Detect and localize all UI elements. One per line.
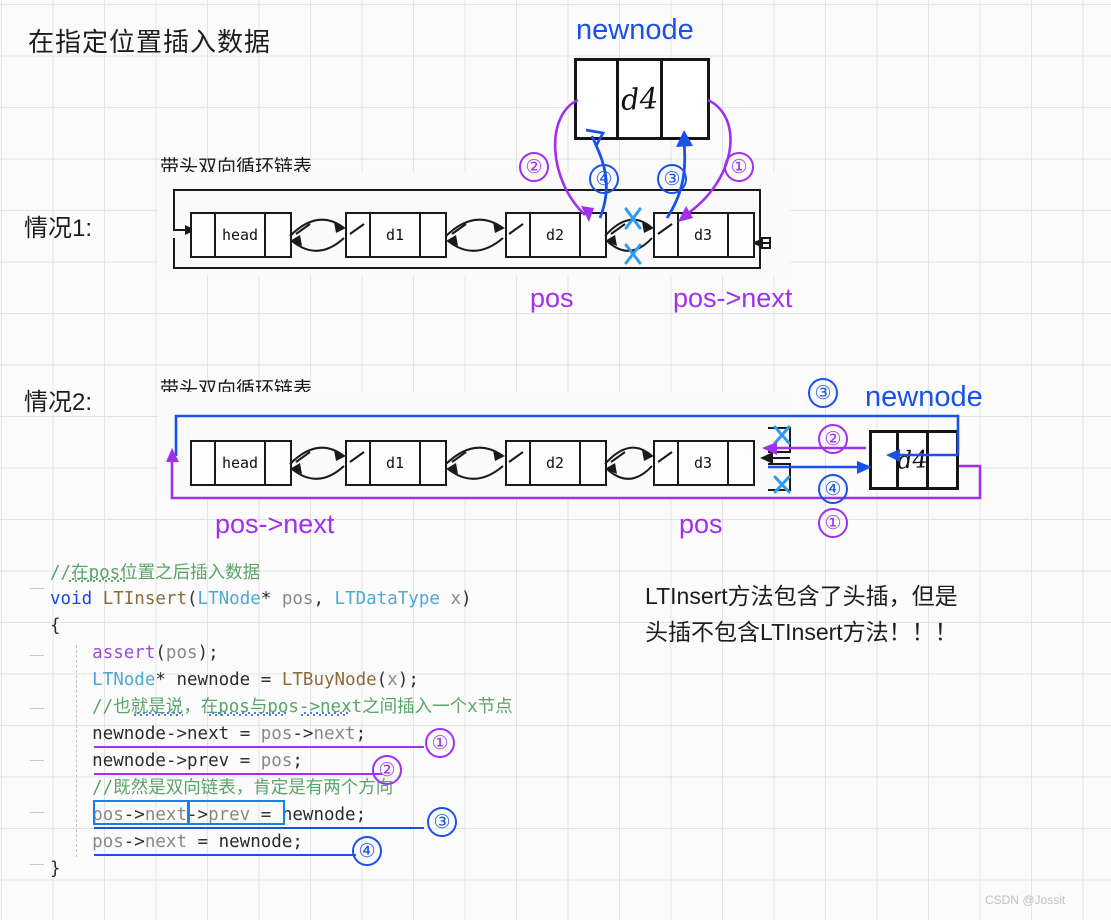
comment-squiggle xyxy=(133,712,183,716)
code-line-4[interactable]: pos->next = newnode; xyxy=(50,829,303,856)
code-highlight-box-left xyxy=(93,800,189,825)
code-underline-2 xyxy=(94,773,382,775)
note-line-1: LTInsert方法包含了头插，但是 xyxy=(645,583,958,609)
code-marker-3: ③ xyxy=(427,807,457,837)
code-gutter-tick xyxy=(30,708,44,709)
case2-marker-4: ④ xyxy=(818,474,848,504)
code-line-2[interactable]: newnode->prev = pos; xyxy=(50,748,303,775)
code-marker-1: ① xyxy=(425,728,455,758)
comment-squiggle xyxy=(68,578,126,582)
code-line-close-brace[interactable]: } xyxy=(50,856,61,883)
comment-squiggle xyxy=(208,712,286,716)
code-line-open-brace[interactable]: { xyxy=(50,613,61,640)
code-line-comment-3: //既然是双向链表，肯定是有两个方向 xyxy=(50,778,394,798)
code-underline-3 xyxy=(94,827,424,829)
code-gutter-tick xyxy=(30,812,44,813)
code-line-newnode-decl[interactable]: LTNode* newnode = LTBuyNode(x); xyxy=(50,667,419,694)
case2-marker-2: ② xyxy=(818,424,848,454)
case2-marker-3: ③ xyxy=(808,378,838,408)
watermark: CSDN @Jossit xyxy=(985,893,1066,907)
code-marker-4: ④ xyxy=(352,836,382,866)
code-gutter-tick xyxy=(30,655,44,656)
code-underline-4 xyxy=(94,854,356,856)
code-line-signature[interactable]: void LTInsert(LTNode* pos, LTDataType x) xyxy=(50,586,472,613)
note-line-2: 头插不包含LTInsert方法！！！ xyxy=(645,619,958,645)
code-highlight-box-right xyxy=(188,800,285,825)
whiteboard-canvas: 在指定位置插入数据 情况1: 带头双向循环链表 head d1 d2 d3 ne… xyxy=(0,0,1111,920)
code-gutter-tick xyxy=(30,864,44,865)
code-block[interactable]: //在pos位置之后插入数据 xyxy=(50,560,260,587)
case2-marker-1: ① xyxy=(818,508,848,538)
case2-pos-label: pos xyxy=(679,509,723,539)
code-underline-1 xyxy=(94,746,424,748)
code-marker-2: ② xyxy=(372,755,402,785)
code-gutter-tick xyxy=(30,588,44,589)
code-line-comment-2: //也就是说，在pos与pos->next之间插入一个x节点 xyxy=(50,697,513,717)
code-line-assert[interactable]: assert(pos); xyxy=(50,640,218,667)
comment-squiggle xyxy=(300,712,348,716)
code-line-1[interactable]: newnode->next = pos->next; xyxy=(50,721,366,748)
case2-pos-next-label: pos->next xyxy=(215,509,335,539)
code-gutter-tick xyxy=(30,760,44,761)
